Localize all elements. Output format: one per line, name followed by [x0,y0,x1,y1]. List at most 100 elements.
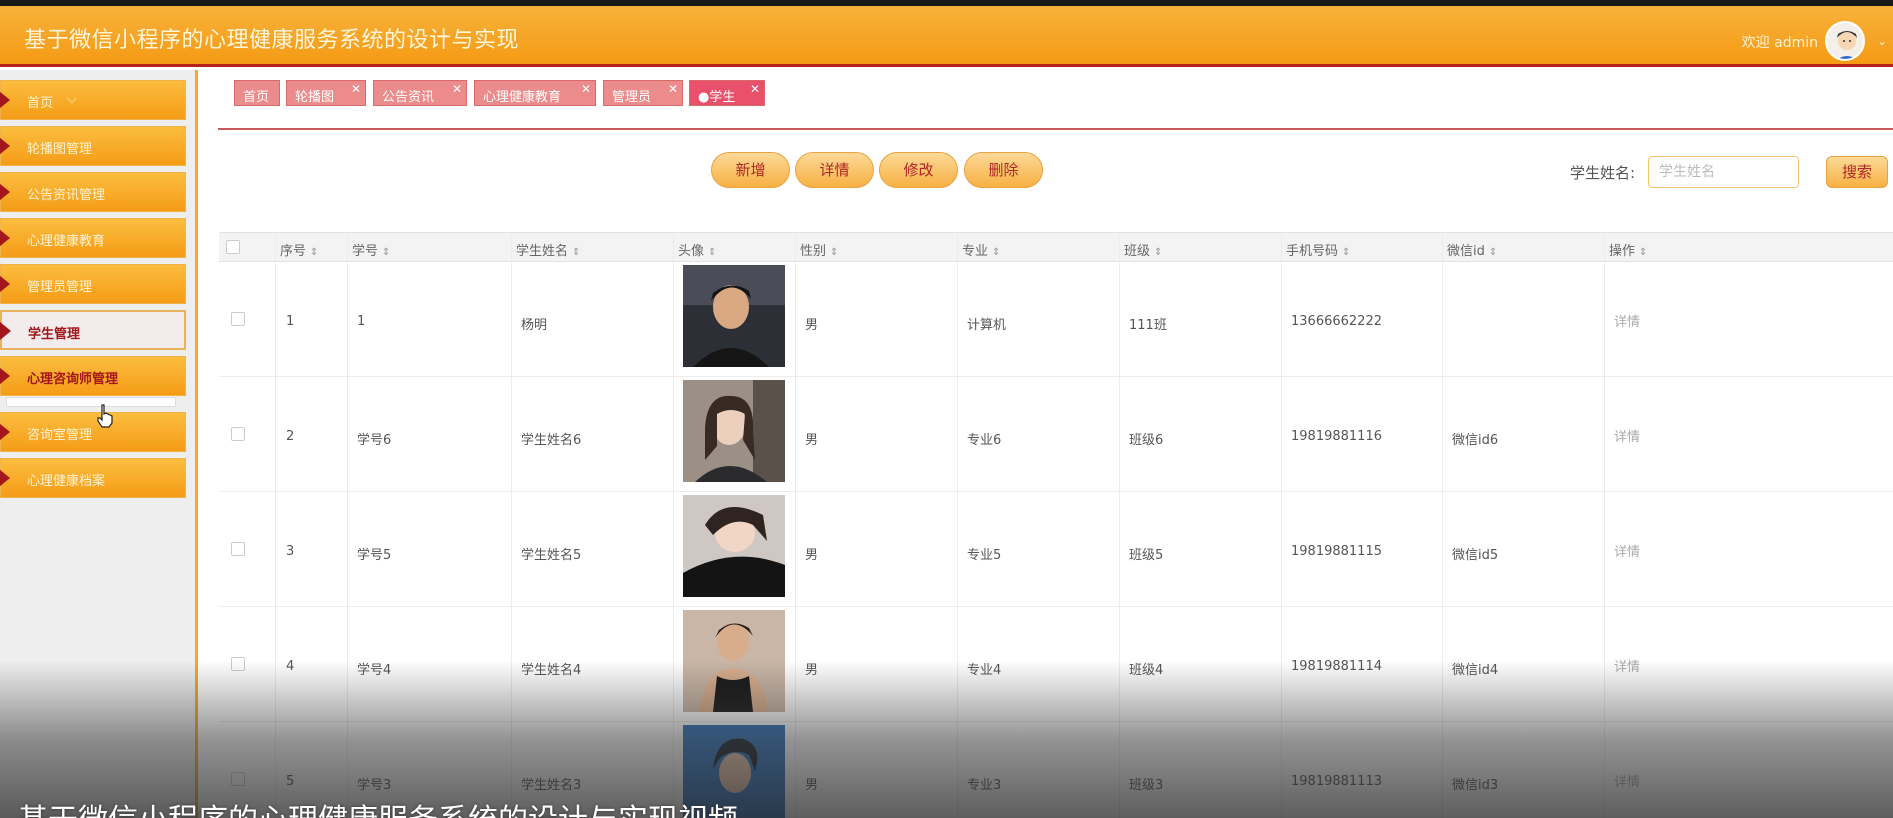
cell-student-id: 学号5 [357,548,392,563]
sidebar-item-label: 心理咨询师管理 [27,372,119,387]
sidebar-item-label: 首页 [27,96,54,111]
cell-student-id: 学号6 [357,433,392,448]
cell-gender: 男 [805,778,819,793]
tab-home[interactable]: 首页 [234,80,280,106]
detail-button[interactable]: 详情 [795,152,874,188]
table-row[interactable]: 1 1 杨明 男 计算机 111班 13666662222 详情 [219,262,1893,377]
caret-right-icon [0,322,11,340]
sidebar-item-carousel[interactable]: 轮播图管理 [0,126,186,166]
cell-student-id: 学号3 [357,778,392,793]
tab-admins[interactable]: 管理员 ✕ [603,80,683,106]
sidebar-item-counselors[interactable]: 心理咨询师管理 [0,356,186,396]
select-all-checkbox[interactable] [226,240,240,254]
row-detail-link[interactable]: 详情 [1614,656,1640,675]
add-button[interactable]: 新增 [711,152,790,188]
close-icon[interactable]: ✕ [452,82,462,96]
cell-gender: 男 [805,318,819,333]
app-header: 基于微信小程序的心理健康服务系统的设计与实现 欢迎 admin ⌄ [0,6,1893,67]
table-row[interactable]: 2 学号6 学生姓名6 男 专业6 班级6 19819881116 微信id6 … [219,377,1893,492]
tab-announcements[interactable]: 公告资讯 ✕ [373,80,467,106]
student-photo[interactable] [683,495,785,597]
student-photo[interactable] [683,265,785,367]
column-header[interactable]: 专业 ⇕ [962,240,1000,259]
video-caption: 基于微信小程序的心理健康服务系统的设计与实现视频 [18,795,738,818]
caret-right-icon [0,423,10,441]
sidebar-item-records[interactable]: 心理健康档案 [0,458,186,498]
caret-right-icon [0,367,10,385]
column-header[interactable]: 手机号码 ⇕ [1286,240,1350,259]
cell-major: 计算机 [967,318,1007,333]
sidebar-item-home[interactable]: 首页 ⌵ [0,80,186,120]
column-header[interactable]: 学生姓名 ⇕ [516,240,580,259]
welcome-text: 欢迎 admin [1741,35,1818,51]
sort-icon: ⇕ [1342,247,1351,258]
chevron-down-icon[interactable]: ⌄ [1877,34,1887,48]
tab-label: 轮播图 [295,90,335,105]
caret-right-icon [0,469,10,487]
column-header[interactable]: 学号 ⇕ [352,240,390,259]
tabs-divider [218,128,1893,130]
row-detail-link[interactable]: 详情 [1614,426,1640,445]
sort-icon: ⇕ [708,247,717,258]
cell-gender: 男 [805,548,819,563]
row-checkbox[interactable] [231,312,245,326]
row-detail-link[interactable]: 详情 [1614,311,1640,330]
row-checkbox[interactable] [231,772,245,786]
edit-button[interactable]: 修改 [879,152,958,188]
search-input[interactable] [1648,156,1799,188]
cell-student-name: 学生姓名3 [521,778,582,793]
search-button[interactable]: 搜索 [1826,156,1888,188]
sidebar-item-rooms[interactable]: 咨询室管理 [0,412,186,452]
cell-index: 3 [286,544,295,559]
table-row[interactable]: 4 学号4 学生姓名4 男 专业4 班级4 19819881114 微信id4 … [219,607,1893,722]
caret-right-icon [0,137,10,155]
cell-student-id: 1 [357,314,366,329]
sidebar-item-label: 公告资讯管理 [27,188,106,203]
row-checkbox[interactable] [231,542,245,556]
table-row[interactable]: 3 学号5 学生姓名5 男 专业5 班级5 19819881115 微信id5 … [219,492,1893,607]
cell-class: 班级5 [1129,548,1164,563]
sidebar: 首页 ⌵ 轮播图管理 公告资讯管理 心理健康教育 管理员管理 学生管理 心理咨询… [0,70,198,818]
cell-gender: 男 [805,663,819,678]
column-header[interactable]: 性别 ⇕ [800,240,838,259]
column-header[interactable]: 微信id ⇕ [1447,240,1497,259]
cell-student-name: 学生姓名5 [521,548,582,563]
tab-education[interactable]: 心理健康教育 ✕ [474,80,596,106]
hand-cursor-icon [97,404,113,428]
cell-index: 4 [286,659,295,674]
cell-index: 2 [286,429,295,444]
student-photo[interactable] [683,380,785,482]
row-detail-link[interactable]: 详情 [1614,541,1640,560]
cell-class: 111班 [1129,318,1167,333]
close-icon[interactable]: ✕ [750,82,760,96]
sort-icon: ⇕ [1488,247,1498,258]
search-label: 学生姓名: [1570,164,1636,182]
tab-label: 管理员 [612,90,652,105]
student-photo[interactable] [683,610,785,712]
row-detail-link[interactable]: 详情 [1614,771,1640,790]
cell-student-name: 杨明 [521,318,548,333]
tab-students[interactable]: ●学生 ✕ [689,80,765,106]
cell-student-id: 学号4 [357,663,392,678]
column-header[interactable]: 操作 ⇕ [1609,240,1647,259]
tab-label: 心理健康教育 [483,90,562,105]
column-header[interactable]: 头像 ⇕ [678,240,716,259]
avatar[interactable] [1825,21,1865,61]
close-icon[interactable]: ✕ [581,82,591,96]
cell-index: 5 [286,774,295,789]
tab-carousel[interactable]: 轮播图 ✕ [286,80,366,106]
cell-phone: 13666662222 [1291,314,1382,329]
column-header[interactable]: 序号 ⇕ [280,240,318,259]
close-icon[interactable]: ✕ [668,82,678,96]
close-icon[interactable]: ✕ [351,82,361,96]
cell-student-name: 学生姓名4 [521,663,582,678]
sidebar-item-admins[interactable]: 管理员管理 [0,264,186,304]
sidebar-item-education[interactable]: 心理健康教育 [0,218,186,258]
row-checkbox[interactable] [231,427,245,441]
sidebar-item-students[interactable]: 学生管理 [0,310,186,350]
column-header[interactable]: 班级 ⇕ [1124,240,1162,259]
delete-button[interactable]: 删除 [964,152,1043,188]
row-checkbox[interactable] [231,657,245,671]
table-header: 序号 ⇕ 学号 ⇕ 学生姓名 ⇕ 头像 ⇕ 性别 ⇕ 专业 ⇕ 班级 ⇕ 手机号码 ⇕ 微信id… [219,232,1893,262]
sidebar-item-announcements[interactable]: 公告资讯管理 [0,172,186,212]
